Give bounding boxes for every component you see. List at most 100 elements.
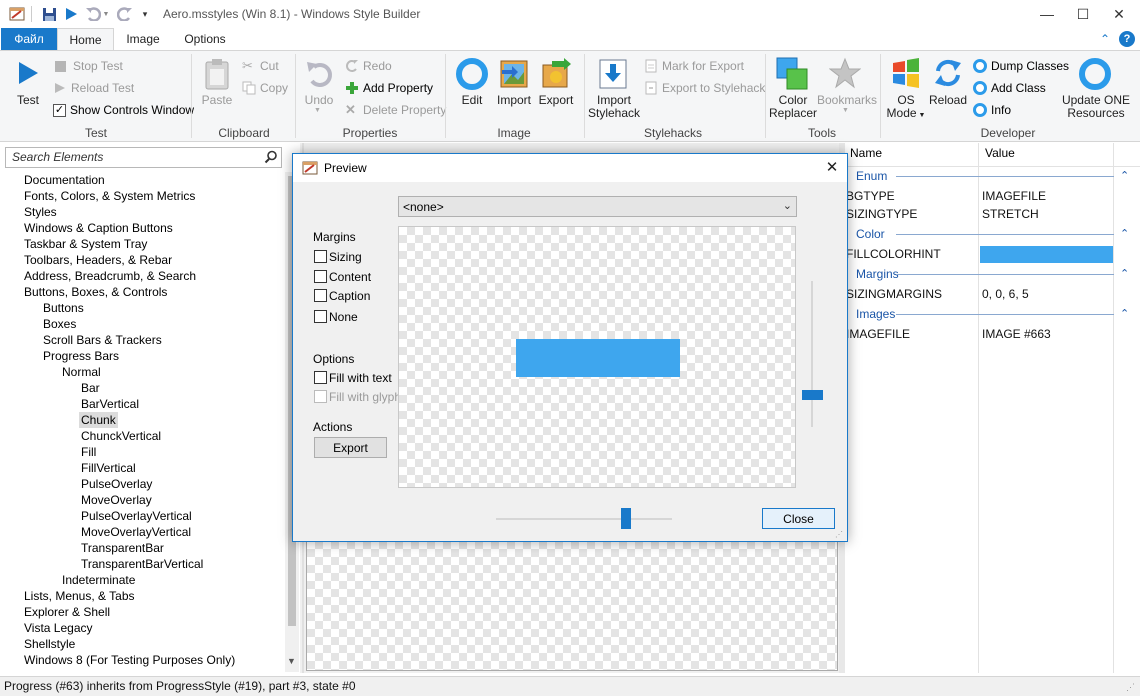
show-controls-window-button[interactable]: ✓ Show Controls Window <box>53 101 194 119</box>
tree-item[interactable]: Progress Bars <box>43 348 119 364</box>
property-value[interactable]: IMAGE #663 <box>982 327 1051 341</box>
caption-checkbox[interactable] <box>314 289 327 302</box>
property-section-title[interactable]: Color <box>856 227 885 241</box>
tree-item[interactable]: Styles <box>24 204 57 220</box>
export-label[interactable]: Export <box>536 94 576 107</box>
vertical-slider-thumb[interactable] <box>802 390 823 400</box>
close-window-button[interactable]: ✕ <box>1096 0 1140 28</box>
resize-grip-icon[interactable]: ⋰ <box>1126 682 1135 693</box>
tree-item[interactable]: Taskbar & System Tray <box>24 236 147 252</box>
tree-item[interactable]: Bar <box>81 380 100 396</box>
test-button[interactable] <box>16 60 40 89</box>
property-section-title[interactable]: Margins <box>856 267 899 281</box>
tab-home[interactable]: Home <box>57 28 114 51</box>
tree-item[interactable]: PulseOverlay <box>81 476 152 492</box>
color-replacer-button[interactable] <box>776 57 808 94</box>
color-replacer-label-2[interactable]: Replacer <box>766 107 820 120</box>
content-checkbox[interactable] <box>314 270 327 283</box>
tree-item[interactable]: Chunk <box>79 412 118 428</box>
tree-item[interactable]: Normal <box>62 364 101 380</box>
import-stylehack-button[interactable] <box>597 58 629 93</box>
tree-item[interactable]: PulseOverlayVertical <box>81 508 192 524</box>
caption-label[interactable]: Caption <box>329 289 370 303</box>
app-icon[interactable] <box>8 5 26 23</box>
update-one-label-2[interactable]: Resources <box>1058 107 1134 120</box>
export-to-stylehack-button[interactable]: Export to Stylehack <box>644 79 765 97</box>
vertical-size-slider[interactable] <box>800 281 824 427</box>
tree-item[interactable]: Explorer & Shell <box>24 604 110 620</box>
tree-item[interactable]: Buttons, Boxes, & Controls <box>24 284 167 300</box>
tree-item[interactable]: Fonts, Colors, & System Metrics <box>24 188 195 204</box>
collapse-section-icon[interactable]: ⌃ <box>1120 267 1129 280</box>
property-value[interactable]: IMAGEFILE <box>982 189 1046 203</box>
tree-item[interactable]: TransparentBarVertical <box>81 556 203 572</box>
fill-with-text-checkbox[interactable] <box>314 371 327 384</box>
undo-dropdown-icon[interactable]: ▼ <box>101 5 111 23</box>
tree-item[interactable]: Indeterminate <box>62 572 135 588</box>
add-class-button[interactable]: Add Class <box>973 79 1046 97</box>
import-image-button[interactable] <box>498 58 530 93</box>
fill-with-glyph-checkbox[interactable] <box>314 390 327 403</box>
update-one-resources-button[interactable] <box>1079 58 1111 93</box>
edit-image-button[interactable] <box>456 58 488 93</box>
horizontal-size-slider[interactable] <box>496 507 672 531</box>
tree-item[interactable]: Windows & Caption Buttons <box>24 220 173 236</box>
help-icon[interactable]: ? <box>1119 31 1135 47</box>
save-icon[interactable] <box>40 5 58 23</box>
sizing-label[interactable]: Sizing <box>329 250 362 264</box>
os-mode-dropdown[interactable]: Mode ▼ <box>884 107 928 122</box>
import-stylehack-label-2[interactable]: Stylehack <box>586 107 642 120</box>
export-button[interactable]: Export <box>314 437 387 458</box>
stop-test-button[interactable]: Stop Test <box>53 57 123 75</box>
edit-label[interactable]: Edit <box>452 94 492 107</box>
tree-item[interactable]: Buttons <box>43 300 84 316</box>
color-swatch[interactable] <box>980 246 1113 263</box>
dump-classes-button[interactable]: Dump Classes <box>973 57 1069 75</box>
horizontal-slider-thumb[interactable] <box>621 508 631 529</box>
property-section-title[interactable]: Images <box>856 307 895 321</box>
tree-item[interactable]: Boxes <box>43 316 76 332</box>
property-name[interactable]: FILLCOLORHINT <box>846 247 976 261</box>
tree-item[interactable]: Fill <box>81 444 96 460</box>
info-button[interactable]: Info <box>973 101 1011 119</box>
tree-item[interactable]: TransparentBar <box>81 540 164 556</box>
reload-label[interactable]: Reload <box>926 94 970 107</box>
undo-icon[interactable] <box>84 5 102 23</box>
collapse-section-icon[interactable]: ⌃ <box>1120 227 1129 240</box>
bookmarks-button[interactable] <box>828 57 862 92</box>
tree-item[interactable]: Shellstyle <box>24 636 75 652</box>
property-value[interactable]: 0, 0, 6, 5 <box>982 287 1029 301</box>
bookmarks-dropdown-arrow-icon[interactable]: ▼ <box>842 107 849 114</box>
tree-item[interactable]: Vista Legacy <box>24 620 93 636</box>
scroll-down-icon[interactable]: ▼ <box>287 656 296 666</box>
tree-item[interactable]: Windows 8 (For Testing Purposes Only) <box>24 652 235 668</box>
redo-button[interactable]: Redo <box>345 57 392 75</box>
cut-button[interactable]: ✂ Cut <box>242 57 279 75</box>
search-icon[interactable] <box>264 150 278 167</box>
bookmarks-label[interactable]: Bookmarks <box>817 94 877 107</box>
fill-with-glyph-label[interactable]: Fill with glyph <box>329 390 401 404</box>
reload-button[interactable] <box>933 57 963 92</box>
add-property-button[interactable]: Add Property <box>345 79 433 97</box>
import-label[interactable]: Import <box>494 94 534 107</box>
tree-item[interactable]: Documentation <box>24 172 105 188</box>
reload-test-button[interactable]: Reload Test <box>53 79 134 97</box>
dialog-resize-grip-icon[interactable]: ⋰ <box>835 530 843 539</box>
none-checkbox[interactable] <box>314 310 327 323</box>
undo-label[interactable]: Undo <box>300 94 338 107</box>
tree-item[interactable]: BarVertical <box>81 396 139 412</box>
collapse-ribbon-icon[interactable]: ⌃ <box>1096 28 1114 50</box>
dialog-dropdown[interactable]: <none> ⌄ <box>398 196 797 217</box>
property-name[interactable]: IMAGEFILE <box>846 327 976 341</box>
property-value[interactable]: STRETCH <box>982 207 1039 221</box>
tab-file[interactable]: Файл <box>1 28 57 50</box>
tab-image[interactable]: Image <box>114 28 172 50</box>
property-section-title[interactable]: Enum <box>856 169 887 183</box>
test-label[interactable]: Test <box>10 94 46 107</box>
undo-button[interactable] <box>305 60 333 91</box>
tree-item[interactable]: Lists, Menus, & Tabs <box>24 588 135 604</box>
none-label[interactable]: None <box>329 310 358 324</box>
tree-item[interactable]: FillVertical <box>81 460 136 476</box>
property-name[interactable]: BGTYPE <box>846 189 976 203</box>
collapse-section-icon[interactable]: ⌃ <box>1120 307 1129 320</box>
